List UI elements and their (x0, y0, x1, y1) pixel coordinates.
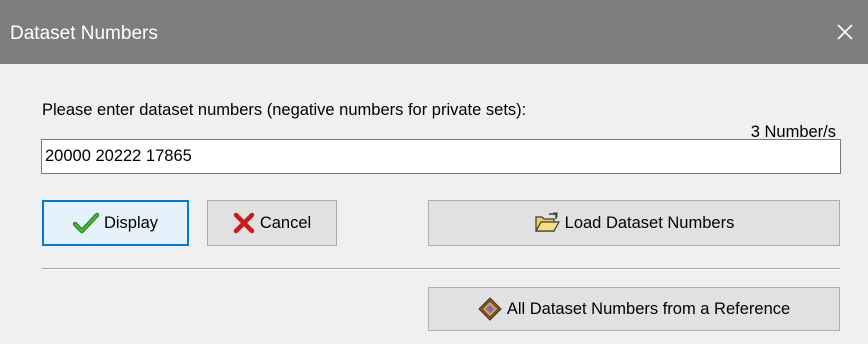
dataset-numbers-dialog: Dataset Numbers Please enter dataset num… (0, 0, 868, 344)
separator (42, 268, 840, 270)
title-bar[interactable]: Dataset Numbers (0, 0, 868, 64)
window-title: Dataset Numbers (10, 23, 158, 44)
cancel-button-label: Cancel (259, 213, 312, 232)
checkmark-icon (72, 212, 99, 234)
dataset-numbers-input[interactable] (41, 139, 841, 174)
cancel-button[interactable]: Cancel (207, 200, 337, 246)
red-x-icon (233, 212, 255, 234)
load-dataset-numbers-button[interactable]: Load Dataset Numbers (428, 200, 840, 246)
reference-dataset-numbers-button[interactable]: All Dataset Numbers from a Reference (428, 287, 840, 331)
close-button[interactable] (822, 0, 868, 64)
open-folder-icon (534, 212, 560, 234)
close-icon (837, 24, 853, 40)
display-button[interactable]: Display (42, 200, 189, 246)
reference-button-label: All Dataset Numbers from a Reference (506, 299, 791, 318)
load-button-label: Load Dataset Numbers (564, 213, 735, 232)
prompt-label: Please enter dataset numbers (negative n… (42, 101, 527, 119)
book-icon (478, 297, 502, 321)
display-button-label: Display (103, 213, 159, 232)
